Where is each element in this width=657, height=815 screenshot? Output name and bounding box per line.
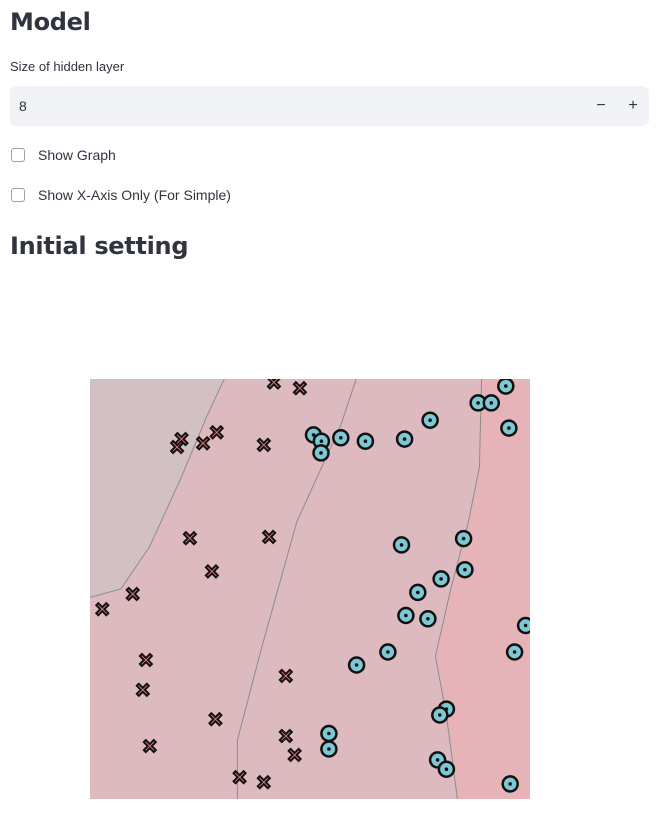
o-marker [500,419,518,437]
hidden-layer-label: Size of hidden layer [10,59,125,74]
o-marker [419,610,437,628]
o-marker [356,432,375,450]
o-marker [516,616,530,635]
show-xaxis-checkbox[interactable]: Show X-Axis Only (For Simple) [11,185,231,205]
o-marker [409,583,427,602]
decision-boundary-plot [90,379,530,799]
o-marker [392,536,411,554]
initial-setting-heading: Initial setting [10,232,189,260]
o-marker [397,606,415,625]
show-graph-checkbox[interactable]: Show Graph [11,145,116,165]
show-xaxis-checkbox-box[interactable] [11,188,25,202]
decrement-button[interactable]: − [585,86,617,126]
o-marker [454,529,473,548]
o-marker [379,643,397,661]
o-marker [505,643,524,661]
show-xaxis-label: Show X-Axis Only (For Simple) [38,187,231,203]
o-marker [395,430,414,448]
o-marker [421,411,439,429]
model-heading: Model [10,8,91,36]
increment-button[interactable]: + [617,86,649,126]
app-page: Model Size of hidden layer − + Show Grap… [0,0,657,815]
o-marker [431,706,449,724]
o-marker [347,656,366,674]
o-marker [312,444,330,462]
o-marker [332,429,350,447]
o-marker [482,394,501,412]
o-marker [456,560,474,579]
plot-canvas [90,379,530,799]
o-marker [437,760,456,778]
hidden-layer-value-field[interactable] [19,86,559,126]
o-marker [320,724,338,743]
o-marker [432,570,450,588]
o-marker [501,775,519,793]
hidden-layer-number-input: − + [10,86,649,126]
show-graph-checkbox-box[interactable] [11,148,25,162]
show-graph-label: Show Graph [38,147,116,163]
o-marker [497,379,515,395]
o-marker [320,740,338,758]
